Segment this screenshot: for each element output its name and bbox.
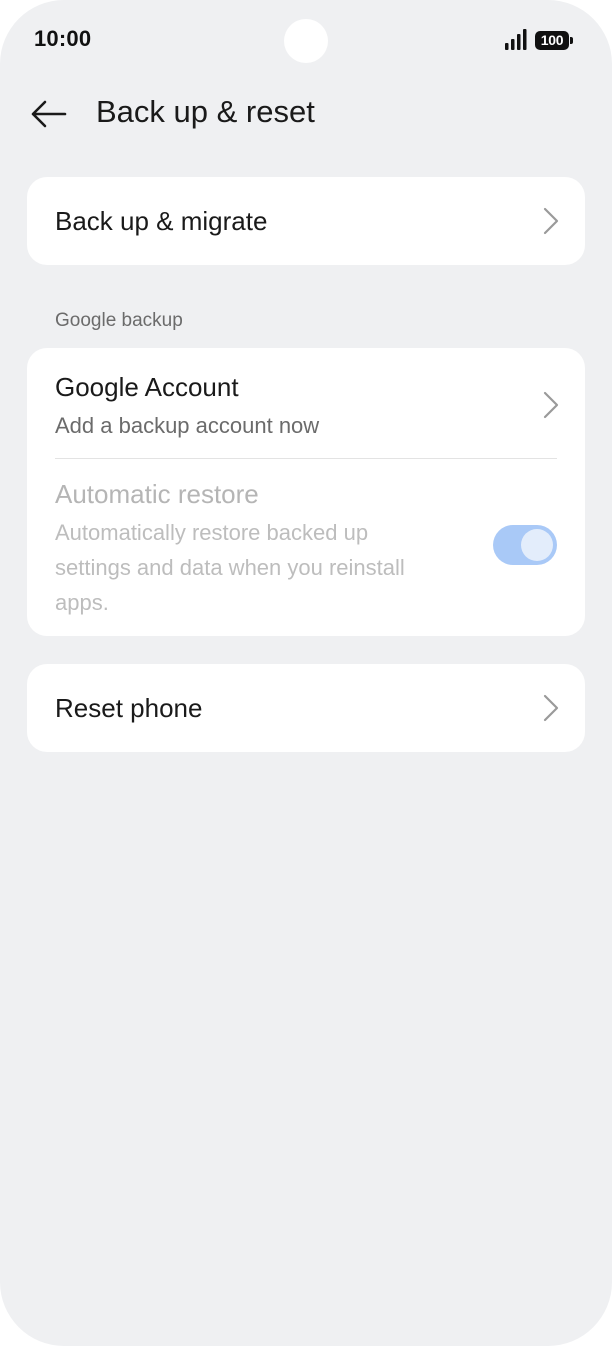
- automatic-restore-toggle[interactable]: [493, 525, 557, 565]
- automatic-restore-label: Automatic restore: [55, 479, 259, 509]
- status-time: 10:00: [34, 26, 92, 51]
- arrow-left-icon: [31, 100, 67, 128]
- automatic-restore-subtitle-line-3: apps.: [55, 590, 109, 615]
- signal-icon: [505, 29, 527, 50]
- battery-level: 100: [535, 31, 569, 50]
- reset-phone-label: Reset phone: [55, 693, 203, 723]
- automatic-restore-subtitle-line-1: Automatically restore backed up: [55, 520, 369, 545]
- chevron-right-icon: [543, 391, 559, 419]
- page-title: Back up & reset: [96, 94, 315, 129]
- chevron-right-icon: [543, 207, 559, 235]
- toggle-knob: [521, 529, 553, 561]
- chevron-right-icon: [543, 694, 559, 722]
- backup-migrate-label: Back up & migrate: [55, 206, 268, 236]
- camera-cutout: [284, 19, 328, 63]
- google-backup-card: Google Account Add a backup account now …: [27, 348, 585, 636]
- battery-icon: 100: [535, 30, 575, 52]
- automatic-restore-subtitle-line-2: settings and data when you reinstall: [55, 555, 405, 580]
- google-account-label: Google Account: [55, 372, 239, 402]
- phone-screen: 10:00 100 Back up & reset Back up & migr…: [0, 0, 612, 1346]
- google-account-row[interactable]: Google Account Add a backup account now: [27, 348, 585, 458]
- back-button[interactable]: [26, 92, 70, 136]
- backup-migrate-row[interactable]: Back up & migrate: [27, 177, 585, 265]
- section-label-google-backup: Google backup: [55, 310, 183, 331]
- reset-phone-row[interactable]: Reset phone: [27, 664, 585, 752]
- google-account-subtitle: Add a backup account now: [55, 413, 320, 438]
- battery-tip: [570, 37, 573, 44]
- backup-migrate-card: Back up & migrate: [27, 177, 585, 265]
- reset-phone-card: Reset phone: [27, 664, 585, 752]
